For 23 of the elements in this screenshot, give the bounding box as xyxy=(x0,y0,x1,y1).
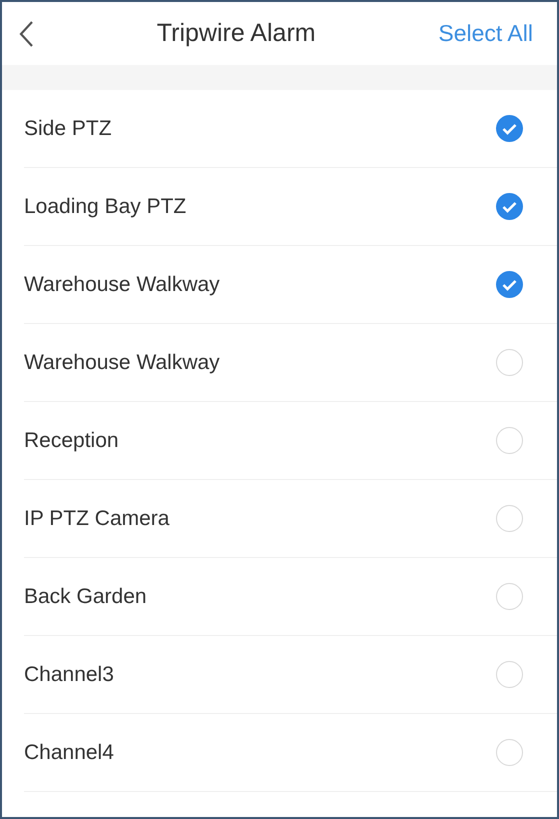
back-icon[interactable] xyxy=(18,20,34,48)
channel-name[interactable]: Side PTZ xyxy=(24,112,112,144)
check-icon xyxy=(502,200,517,212)
channel-name[interactable]: IP PTZ Camera xyxy=(24,502,170,534)
checkbox[interactable] xyxy=(496,271,523,298)
checkbox[interactable] xyxy=(496,115,523,142)
checkbox[interactable] xyxy=(496,193,523,220)
channel-name[interactable]: Reception xyxy=(24,424,119,456)
check-icon xyxy=(502,278,517,290)
channel-name[interactable]: Back Garden xyxy=(24,580,147,612)
checkbox[interactable] xyxy=(496,739,523,766)
channel-name[interactable]: Warehouse Walkway xyxy=(24,268,220,300)
check-icon xyxy=(502,122,517,134)
checkbox[interactable] xyxy=(496,349,523,376)
checkbox[interactable] xyxy=(496,583,523,610)
channel-name[interactable]: Warehouse Walkway xyxy=(24,346,220,378)
page-title: Tripwire Alarm xyxy=(156,18,316,49)
checkbox[interactable] xyxy=(496,427,523,454)
channel-name[interactable]: Channel4 xyxy=(24,736,114,768)
channel-name[interactable]: Channel3 xyxy=(24,658,114,690)
channel-name[interactable]: Loading Bay PTZ xyxy=(24,190,186,222)
checkbox[interactable] xyxy=(496,661,523,688)
checkbox[interactable] xyxy=(496,505,523,532)
